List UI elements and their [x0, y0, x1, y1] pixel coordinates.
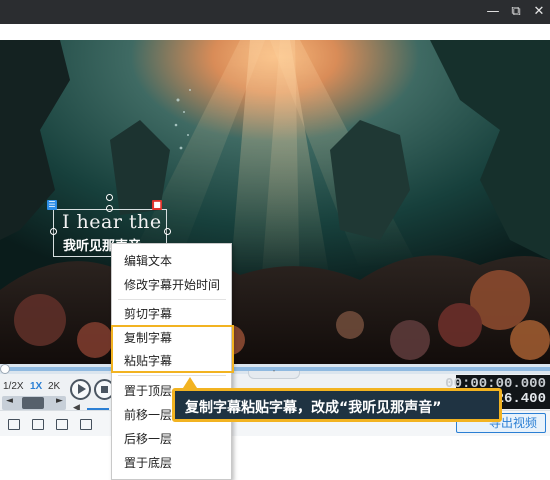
play-button[interactable] — [70, 379, 91, 400]
frame-forward-icon[interactable]: ► — [56, 396, 63, 406]
rotate-handle[interactable] — [106, 194, 113, 201]
menu-separator — [118, 299, 226, 300]
restore-icon[interactable]: ⧉ — [505, 0, 527, 24]
edit-subtitle-icon[interactable]: ☰ — [47, 200, 57, 210]
menu-item-edit-text[interactable]: 编辑文本 — [124, 253, 172, 269]
highlight-box — [111, 325, 234, 373]
speed-half[interactable]: 1/2X — [3, 381, 24, 392]
menu-item-send-backward[interactable]: 后移一层 — [124, 431, 172, 447]
frame-step-knob[interactable] — [22, 397, 44, 409]
title-bar — [0, 0, 550, 24]
settings-icon[interactable] — [80, 419, 92, 430]
callout-arrow — [183, 377, 197, 388]
instruction-callout: 复制字幕粘贴字幕，改成“我听见那声音” — [172, 388, 502, 422]
delete-subtitle-icon[interactable]: ■ — [152, 200, 162, 210]
video-preview[interactable] — [0, 40, 550, 364]
add-text-icon[interactable] — [8, 419, 20, 430]
menu-separator — [118, 375, 226, 376]
resize-handle[interactable] — [106, 205, 113, 212]
open-folder-icon[interactable] — [32, 419, 44, 430]
timeline-playhead[interactable] — [0, 364, 10, 374]
resize-handle[interactable] — [164, 228, 171, 235]
menu-item-bring-forward[interactable]: 前移一层 — [124, 407, 172, 423]
callout-text: 复制字幕粘贴字幕，改成“我听见那声音” — [185, 400, 442, 416]
collapse-chevron-icon[interactable]: ˅ — [248, 371, 300, 379]
menu-item-change-start-time[interactable]: 修改字幕开始时间 — [124, 277, 220, 293]
save-icon[interactable] — [56, 419, 68, 430]
subtitle-english[interactable]: I hear the — [62, 211, 172, 233]
close-icon[interactable]: ✕ — [528, 0, 550, 24]
speed-1x[interactable]: 1X — [30, 381, 42, 392]
minimize-icon[interactable]: — — [482, 0, 504, 24]
workspace-area — [0, 436, 550, 480]
speed-2k[interactable]: 2K — [48, 381, 60, 392]
total-time: 26.400 — [495, 391, 546, 407]
resize-handle[interactable] — [50, 228, 57, 235]
underwater-scene-image — [0, 40, 550, 364]
menu-item-send-to-back[interactable]: 置于底层 — [124, 455, 172, 471]
menu-item-cut-subtitle[interactable]: 剪切字幕 — [124, 306, 172, 322]
menu-item-bring-to-front[interactable]: 置于顶层 — [124, 383, 172, 399]
window-frame — [0, 24, 550, 40]
frame-back-icon[interactable]: ◄ — [6, 396, 13, 406]
